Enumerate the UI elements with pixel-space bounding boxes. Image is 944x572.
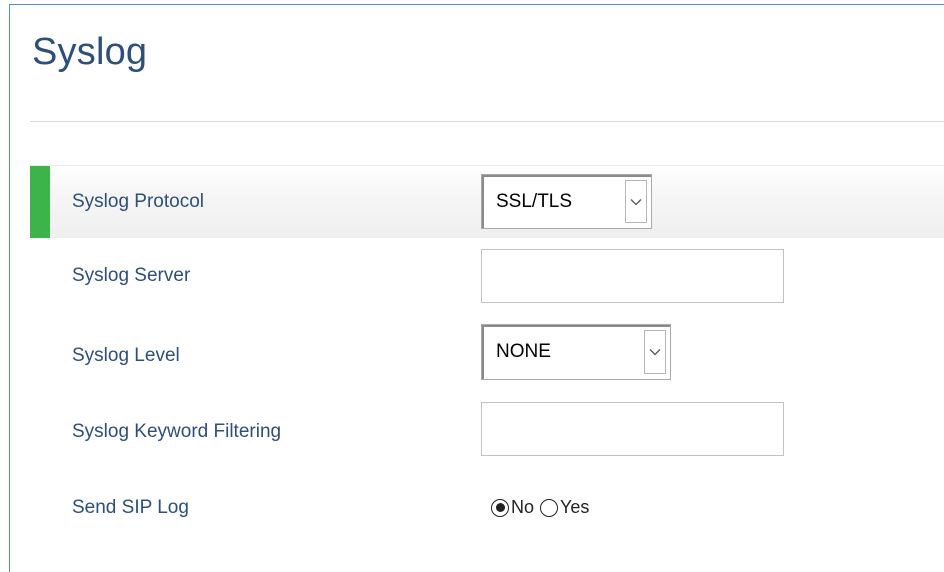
radio-selected-dot [495, 503, 505, 512]
title-divider [30, 121, 944, 122]
syslog-protocol-label: Syslog Protocol [72, 191, 205, 212]
sip-log-no-label[interactable]: No [511, 497, 534, 518]
syslog-server-input[interactable] [481, 249, 784, 303]
syslog-protocol-select[interactable]: SSL/TLS [481, 174, 652, 229]
settings-panel: Syslog Syslog Protocol SSL/TLS Syslog Se… [9, 4, 944, 572]
syslog-level-label: Syslog Level [72, 345, 180, 366]
send-sip-log-radio-group: No Yes [491, 497, 595, 518]
sip-log-yes-radio[interactable] [540, 498, 559, 517]
send-sip-log-label: Send SIP Log [72, 497, 189, 518]
row-syslog-keyword-filtering: Syslog Keyword Filtering [30, 393, 944, 465]
syslog-server-label: Syslog Server [72, 265, 191, 286]
chevron-down-icon[interactable] [644, 330, 666, 374]
sip-log-yes-label[interactable]: Yes [560, 497, 589, 518]
page-title: Syslog [32, 31, 148, 73]
syslog-level-select[interactable]: NONE [481, 324, 671, 380]
syslog-keyword-filtering-label: Syslog Keyword Filtering [72, 421, 282, 442]
row-syslog-level: Syslog Level NONE [30, 317, 944, 389]
active-row-marker [30, 166, 50, 238]
row-syslog-server: Syslog Server [30, 241, 944, 313]
row-send-sip-log: Send SIP Log No Yes [30, 469, 944, 541]
chevron-down-icon[interactable] [625, 180, 647, 223]
syslog-protocol-value: SSL/TLS [496, 190, 573, 212]
syslog-level-value: NONE [496, 341, 551, 362]
row-syslog-protocol: Syslog Protocol SSL/TLS [30, 165, 944, 238]
sip-log-no-radio[interactable] [491, 498, 509, 517]
syslog-keyword-filtering-input[interactable] [481, 402, 784, 456]
